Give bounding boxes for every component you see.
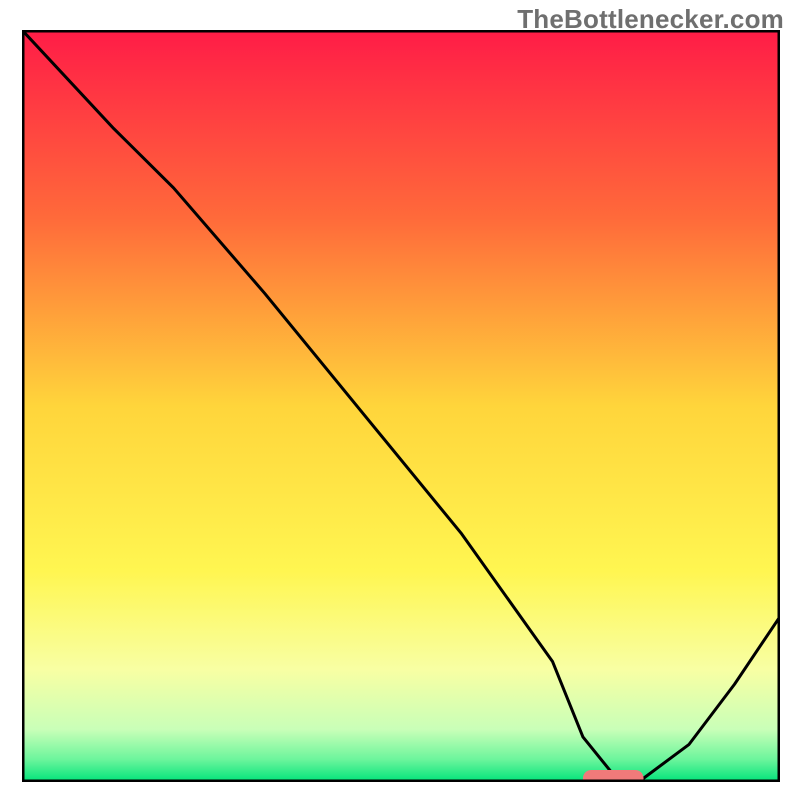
chart-container: TheBottlenecker.com [0,0,800,800]
plot-area [22,30,780,782]
chart-background [22,30,780,782]
chart-svg [22,30,780,782]
